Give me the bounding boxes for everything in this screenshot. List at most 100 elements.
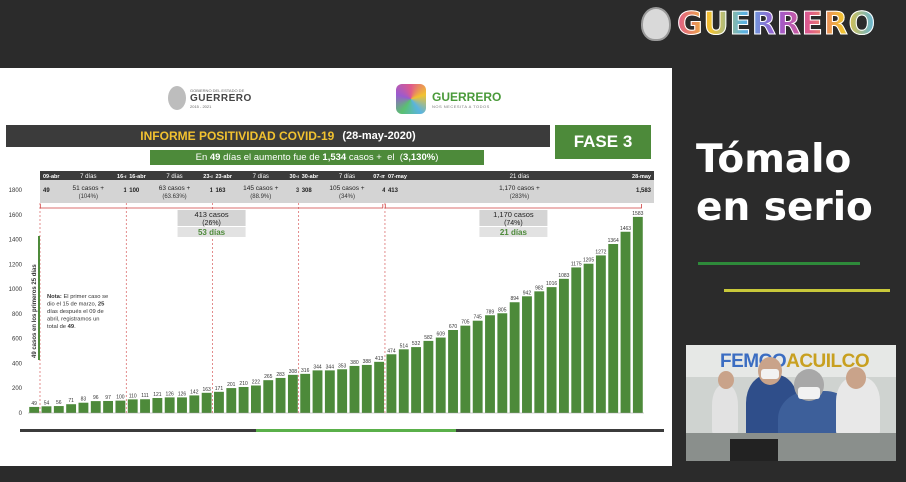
- y-annotation: 49 casos en los primeros 25 días: [32, 264, 38, 358]
- y-annotation-bar: [38, 236, 40, 360]
- period-pct-2: (88.9%): [250, 194, 271, 200]
- bar-value-label-39: 894: [510, 296, 519, 302]
- note-span-1-0: dio el 15 de marzo,: [47, 302, 98, 308]
- period-days-1: 7 días: [166, 174, 182, 180]
- y-tick-label-0: 0: [19, 411, 23, 417]
- period-pct-3: (34%): [339, 194, 355, 200]
- person-back-head: [718, 371, 734, 389]
- note-span-4-0: total de: [47, 324, 68, 330]
- period-cases-2: 145 casos +: [243, 185, 278, 192]
- bar-value-label-9: 111: [141, 393, 149, 399]
- period-pct-0: (104%): [79, 194, 98, 200]
- bar-value-label-33: 609: [437, 332, 446, 338]
- period-cases-3: 105 casos +: [329, 185, 364, 192]
- y-tick-label-9: 1800: [9, 188, 23, 194]
- chart-bar-33: [435, 337, 446, 413]
- chart-bar-6: [103, 400, 114, 413]
- bracket-days-0: 53 días: [198, 228, 226, 237]
- bar-value-label-49: 1583: [632, 211, 643, 217]
- chart-bar-43: [558, 278, 569, 413]
- period-start-label-3: 30-abr: [302, 174, 319, 180]
- bar-value-label-7: 100: [116, 395, 125, 401]
- bar-value-label-19: 265: [264, 374, 273, 380]
- period-days-3: 7 días: [339, 174, 355, 180]
- chart-bar-1: [41, 406, 52, 413]
- note-line-1: dio el 15 de marzo, 25: [47, 302, 105, 308]
- bar-value-label-26: 380: [350, 360, 359, 366]
- period-cases-4: 1,170 casos +: [499, 185, 540, 192]
- bar-value-label-2: 56: [56, 400, 62, 406]
- chart-bar-13: [189, 395, 200, 413]
- y-tick-label-8: 1600: [9, 213, 23, 219]
- chart-bar-15: [214, 391, 224, 413]
- tagline: Tómalo en serio: [696, 136, 873, 232]
- chart-bar-38: [497, 313, 508, 413]
- chart-bar-9: [140, 399, 150, 413]
- period-start-val-0: 49: [43, 188, 50, 194]
- bracket-days-1: 21 días: [500, 228, 528, 237]
- period-days-2: 7 días: [253, 174, 269, 180]
- bar-value-label-42: 1016: [546, 281, 557, 287]
- chart-bar-44: [571, 267, 582, 413]
- bar-value-label-38: 805: [498, 307, 507, 313]
- bar-value-label-28: 413: [375, 356, 384, 362]
- monitor-icon: [730, 439, 778, 461]
- note-span-2-0: días después el 09 de: [47, 309, 104, 315]
- bar-value-label-44: 1175: [571, 261, 582, 267]
- bar-value-label-17: 210: [239, 381, 248, 387]
- tagline-line-1: Tómalo: [696, 137, 852, 182]
- period-cases-0: 51 casos +: [72, 185, 104, 192]
- yellow-divider: [724, 289, 890, 292]
- video-feed: FEMCOACUILCO: [686, 345, 896, 461]
- chart-bar-30: [398, 349, 409, 413]
- bar-value-label-36: 745: [474, 315, 483, 321]
- chart-bar-41: [534, 291, 545, 413]
- bar-value-label-25: 353: [338, 363, 347, 369]
- bar-value-label-3: 71: [68, 398, 74, 404]
- chart-bar-19: [263, 380, 274, 413]
- bar-value-label-41: 982: [535, 285, 544, 291]
- period-end-val-4: 1,583: [636, 188, 652, 194]
- state-seal-icon: [641, 7, 672, 41]
- bar-value-label-48: 1463: [620, 226, 631, 232]
- bar-value-label-37: 789: [486, 309, 495, 315]
- chart-bar-20: [275, 377, 286, 413]
- chart-bar-29: [386, 354, 397, 413]
- period-pct-1: (63.63%): [162, 194, 186, 200]
- chart-bar-12: [177, 397, 187, 413]
- note-line-4: total de 49.: [47, 324, 76, 330]
- bracket-cases-0: 413 casos: [194, 210, 228, 219]
- bar-value-label-27: 388: [363, 359, 372, 365]
- bar-value-label-13: 142: [190, 389, 199, 395]
- chart-bar-23: [312, 370, 323, 413]
- chart-bar-24: [324, 370, 335, 413]
- bar-value-label-11: 126: [166, 391, 175, 397]
- chart-bar-27: [361, 364, 372, 413]
- period-start-val-2: 163: [215, 188, 226, 194]
- chart-bar-8: [127, 399, 138, 413]
- chart-bar-5: [90, 401, 101, 413]
- chart-bar-35: [460, 325, 471, 413]
- chart-bar-26: [349, 365, 360, 413]
- period-start-val-1: 100: [129, 188, 140, 194]
- bar-value-label-32: 582: [424, 335, 433, 341]
- period-start-label-2: 23-abr: [215, 174, 232, 180]
- note-span-0-1: El primer caso se: [63, 294, 108, 300]
- chart-bar-16: [226, 388, 237, 413]
- period-days-0: 7 días: [80, 174, 96, 180]
- chart-bar-17: [238, 386, 249, 413]
- chart-bar-45: [583, 263, 594, 413]
- bracket-0: [39, 204, 384, 209]
- chart-bar-37: [485, 315, 495, 413]
- bar-value-label-45: 1205: [583, 258, 594, 264]
- chart-bar-25: [337, 369, 348, 413]
- chart-bar-48: [620, 231, 631, 413]
- bracket-1: [384, 204, 642, 209]
- y-tick-label-4: 800: [12, 312, 23, 318]
- bar-value-label-0: 49: [31, 401, 37, 407]
- note-span-1-1: 25: [98, 302, 105, 308]
- person-back: [712, 385, 738, 435]
- bar-value-label-21: 308: [289, 369, 298, 375]
- bar-value-label-40: 942: [523, 290, 532, 296]
- bar-value-label-5: 96: [93, 395, 99, 401]
